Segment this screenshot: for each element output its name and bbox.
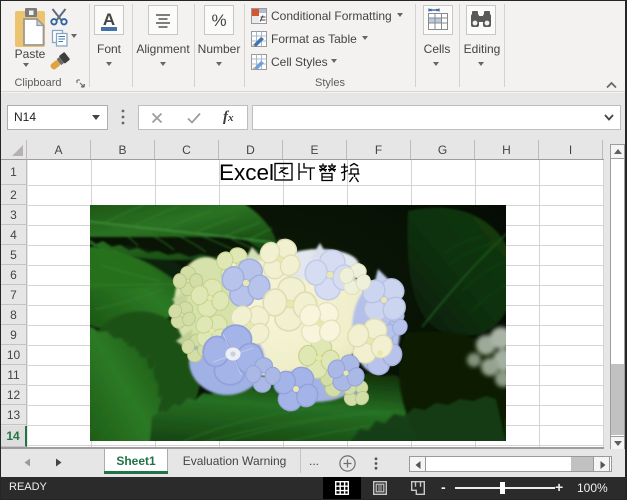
svg-text:%: % <box>211 11 226 30</box>
svg-text:A: A <box>103 10 115 29</box>
